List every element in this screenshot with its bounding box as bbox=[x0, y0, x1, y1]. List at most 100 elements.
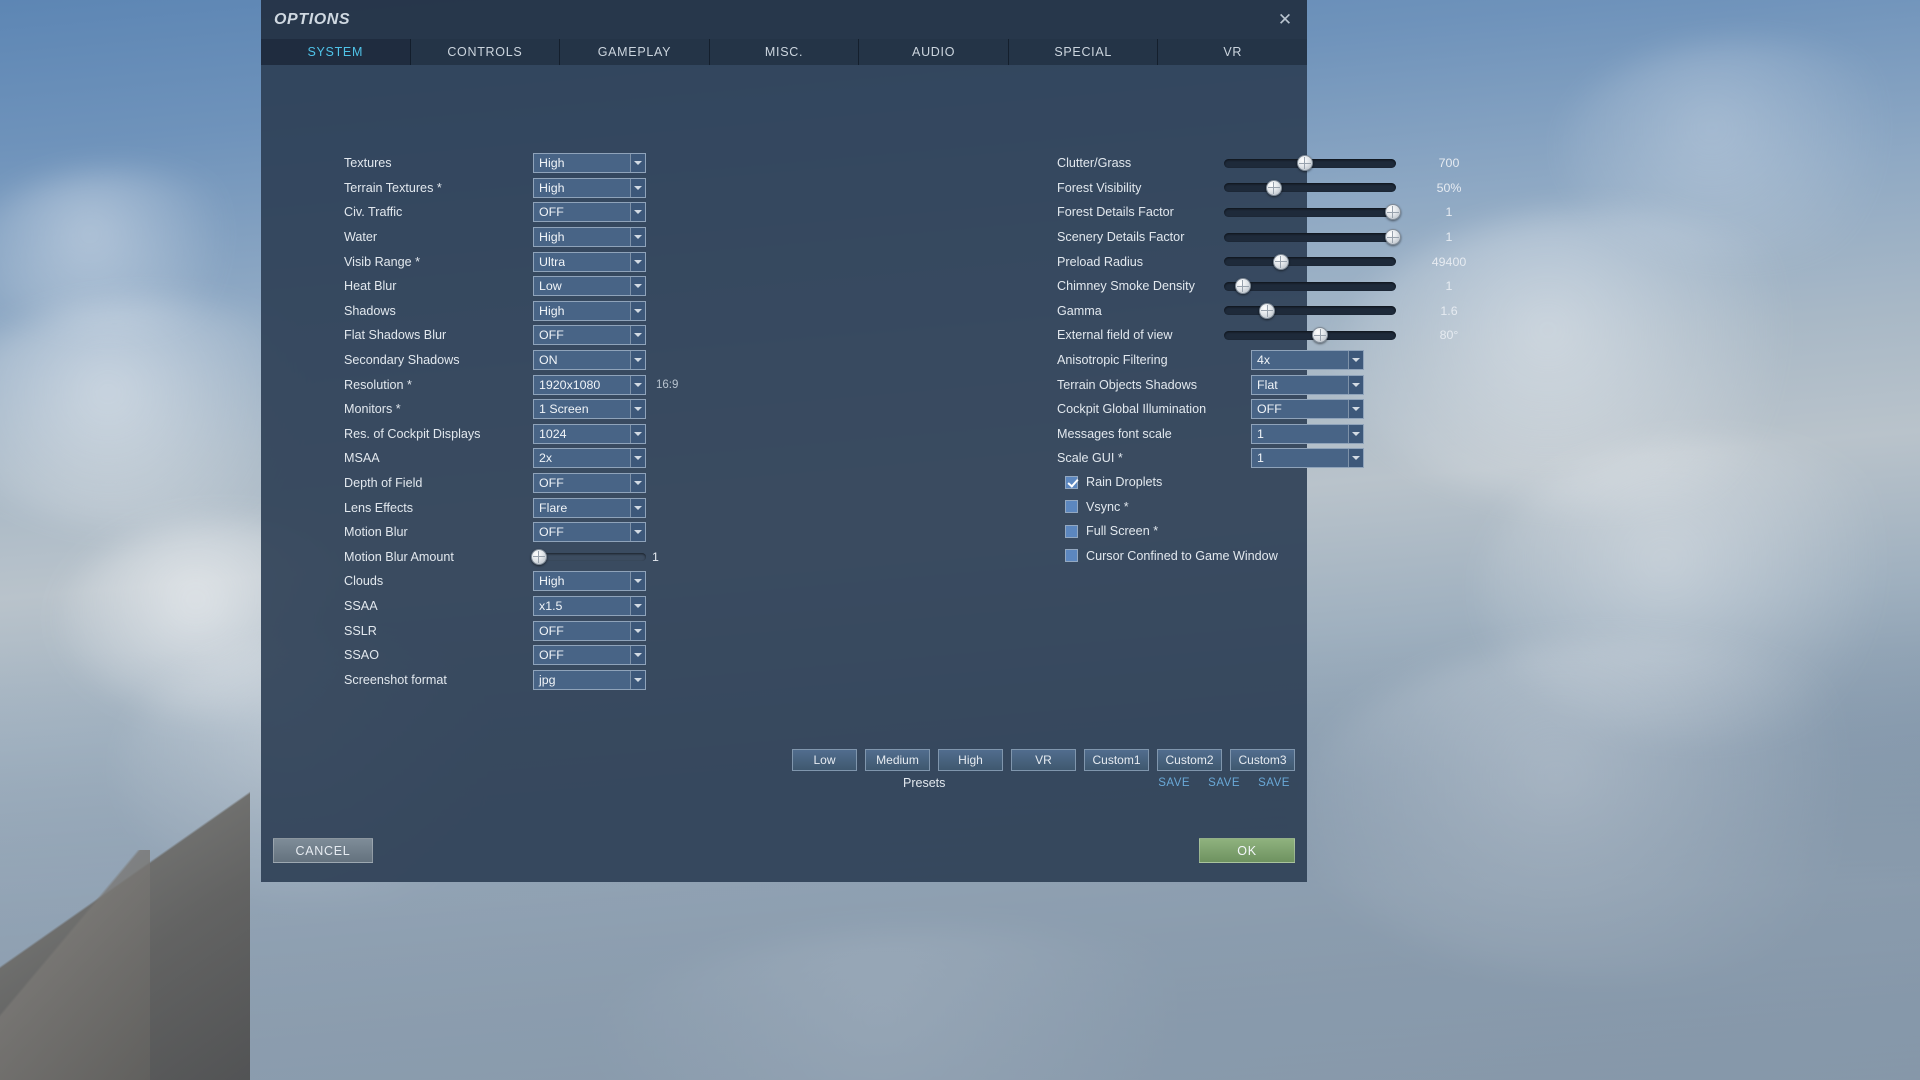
dropdown-lens-effects[interactable]: Flare bbox=[533, 497, 646, 518]
slider-clutter-grass[interactable] bbox=[1224, 153, 1396, 173]
dropdown-messages-font-scale[interactable]: 1 bbox=[1251, 423, 1364, 444]
chevron-down-icon[interactable] bbox=[630, 351, 645, 370]
preset-button-low[interactable]: Low bbox=[792, 749, 857, 771]
dropdown-clouds[interactable]: High bbox=[533, 571, 646, 592]
dropdown-visib-range[interactable]: Ultra bbox=[533, 251, 646, 272]
chevron-down-icon[interactable] bbox=[630, 424, 645, 443]
ok-button[interactable]: OK bbox=[1199, 838, 1295, 863]
preset-save-link-custom2[interactable]: SAVE bbox=[1203, 777, 1245, 789]
chevron-down-icon[interactable] bbox=[630, 375, 645, 394]
tab-vr[interactable]: VR bbox=[1158, 39, 1308, 65]
dropdown-screenshot-format[interactable]: jpg bbox=[533, 669, 646, 690]
dropdown-terrain-objects-shadows[interactable]: Flat bbox=[1251, 374, 1364, 395]
dropdown-secondary-shadows[interactable]: ON bbox=[533, 350, 646, 371]
chevron-down-icon[interactable] bbox=[1348, 400, 1363, 419]
dropdown-scale-gui[interactable]: 1 bbox=[1251, 448, 1364, 469]
chevron-down-icon[interactable] bbox=[630, 154, 645, 173]
preset-button-custom1[interactable]: Custom1 bbox=[1084, 749, 1149, 771]
dropdown-heat-blur[interactable]: Low bbox=[533, 276, 646, 297]
slider-handle[interactable] bbox=[1312, 327, 1329, 344]
dropdown-sslr[interactable]: OFF bbox=[533, 620, 646, 641]
slider-handle[interactable] bbox=[1265, 179, 1282, 196]
dropdown-flat-shadows-blur[interactable]: OFF bbox=[533, 325, 646, 346]
slider-gamma[interactable] bbox=[1224, 301, 1396, 321]
close-icon[interactable]: ✕ bbox=[1275, 10, 1295, 30]
preset-save-link-custom1[interactable]: SAVE bbox=[1153, 777, 1195, 789]
slider-handle[interactable] bbox=[1234, 278, 1251, 295]
preset-button-vr[interactable]: VR bbox=[1011, 749, 1076, 771]
chevron-down-icon[interactable] bbox=[630, 621, 645, 640]
chevron-down-icon[interactable] bbox=[1348, 449, 1363, 468]
chevron-down-icon[interactable] bbox=[630, 326, 645, 345]
chevron-down-icon[interactable] bbox=[1348, 351, 1363, 370]
dropdown-terrain-textures[interactable]: High bbox=[533, 177, 646, 198]
checkbox-cursor-confined-to-game-window[interactable] bbox=[1065, 549, 1078, 563]
chevron-down-icon[interactable] bbox=[630, 596, 645, 615]
preset-save-row: Presets SAVE SAVE SAVE bbox=[781, 776, 1307, 790]
chevron-down-icon[interactable] bbox=[630, 646, 645, 665]
preset-button-medium[interactable]: Medium bbox=[865, 749, 930, 771]
dropdown-textures[interactable]: High bbox=[533, 153, 646, 174]
dropdown-water[interactable]: High bbox=[533, 227, 646, 248]
chevron-down-icon[interactable] bbox=[630, 449, 645, 468]
dropdown-motion-blur[interactable]: OFF bbox=[533, 522, 646, 543]
dropdown-cockpit-global-illumination[interactable]: OFF bbox=[1251, 399, 1364, 420]
tab-system[interactable]: SYSTEM bbox=[261, 39, 411, 65]
chevron-down-icon[interactable] bbox=[630, 252, 645, 271]
checkbox-row-full-screen[interactable]: Full Screen * bbox=[781, 519, 1307, 544]
dropdown-res-of-cockpit-displays[interactable]: 1024 bbox=[533, 423, 646, 444]
chevron-down-icon[interactable] bbox=[630, 474, 645, 493]
chevron-down-icon[interactable] bbox=[630, 178, 645, 197]
dropdown-civ-traffic[interactable]: OFF bbox=[533, 202, 646, 223]
slider-external-field-of-view[interactable] bbox=[1224, 325, 1396, 345]
chevron-down-icon[interactable] bbox=[630, 400, 645, 419]
slider-motion-blur-amount[interactable] bbox=[530, 547, 646, 567]
chevron-down-icon[interactable] bbox=[630, 572, 645, 591]
checkbox-vsync[interactable] bbox=[1065, 500, 1078, 514]
checkbox-row-rain-droplets[interactable]: Rain Droplets bbox=[781, 470, 1307, 495]
checkbox-row-vsync[interactable]: Vsync * bbox=[781, 494, 1307, 519]
dropdown-monitors[interactable]: 1 Screen bbox=[533, 399, 646, 420]
preset-button-custom2[interactable]: Custom2 bbox=[1157, 749, 1222, 771]
slider-handle[interactable] bbox=[1384, 204, 1401, 221]
dropdown-anisotropic-filtering[interactable]: 4x bbox=[1251, 350, 1364, 371]
tab-audio[interactable]: AUDIO bbox=[859, 39, 1009, 65]
slider-handle[interactable] bbox=[1384, 229, 1401, 246]
cancel-button[interactable]: CANCEL bbox=[273, 838, 373, 863]
chevron-down-icon[interactable] bbox=[630, 228, 645, 247]
chevron-down-icon[interactable] bbox=[630, 277, 645, 296]
dropdown-ssao[interactable]: OFF bbox=[533, 645, 646, 666]
checkbox-full-screen[interactable] bbox=[1065, 524, 1078, 538]
tab-gameplay[interactable]: GAMEPLAY bbox=[560, 39, 710, 65]
dropdown-depth-of-field[interactable]: OFF bbox=[533, 473, 646, 494]
chevron-down-icon[interactable] bbox=[1348, 424, 1363, 443]
checkbox-rain-droplets[interactable] bbox=[1065, 475, 1078, 489]
tab-misc[interactable]: MISC. bbox=[709, 39, 860, 65]
slider-scenery-details-factor[interactable] bbox=[1224, 227, 1401, 247]
slider-handle[interactable] bbox=[530, 548, 547, 565]
setting-row-ssao: SSAO OFF bbox=[261, 643, 821, 668]
slider-forest-details-factor[interactable] bbox=[1224, 202, 1401, 222]
dropdown-shadows[interactable]: High bbox=[533, 300, 646, 321]
dropdown-msaa[interactable]: 2x bbox=[533, 448, 646, 469]
slider-handle[interactable] bbox=[1259, 302, 1275, 319]
chevron-down-icon[interactable] bbox=[1348, 375, 1363, 394]
slider-handle[interactable] bbox=[1272, 253, 1289, 270]
slider-chimney-smoke-density[interactable] bbox=[1224, 276, 1396, 296]
preset-button-high[interactable]: High bbox=[938, 749, 1003, 771]
tab-controls[interactable]: CONTROLS bbox=[410, 39, 561, 65]
slider-preload-radius[interactable] bbox=[1224, 252, 1396, 272]
preset-button-custom3[interactable]: Custom3 bbox=[1230, 749, 1295, 771]
chevron-down-icon[interactable] bbox=[630, 523, 645, 542]
chevron-down-icon[interactable] bbox=[630, 203, 645, 222]
chevron-down-icon[interactable] bbox=[630, 301, 645, 320]
dropdown-resolution[interactable]: 1920x1080 bbox=[533, 374, 646, 395]
chevron-down-icon[interactable] bbox=[630, 670, 645, 689]
checkbox-row-cursor-confined-to-game-window[interactable]: Cursor Confined to Game Window bbox=[781, 544, 1307, 569]
tab-special[interactable]: SPECIAL bbox=[1008, 39, 1159, 65]
dropdown-ssaa[interactable]: x1.5 bbox=[533, 595, 646, 616]
preset-save-link-custom3[interactable]: SAVE bbox=[1253, 777, 1295, 789]
chevron-down-icon[interactable] bbox=[630, 498, 645, 517]
slider-handle[interactable] bbox=[1296, 155, 1313, 172]
slider-forest-visibility[interactable] bbox=[1224, 178, 1396, 198]
